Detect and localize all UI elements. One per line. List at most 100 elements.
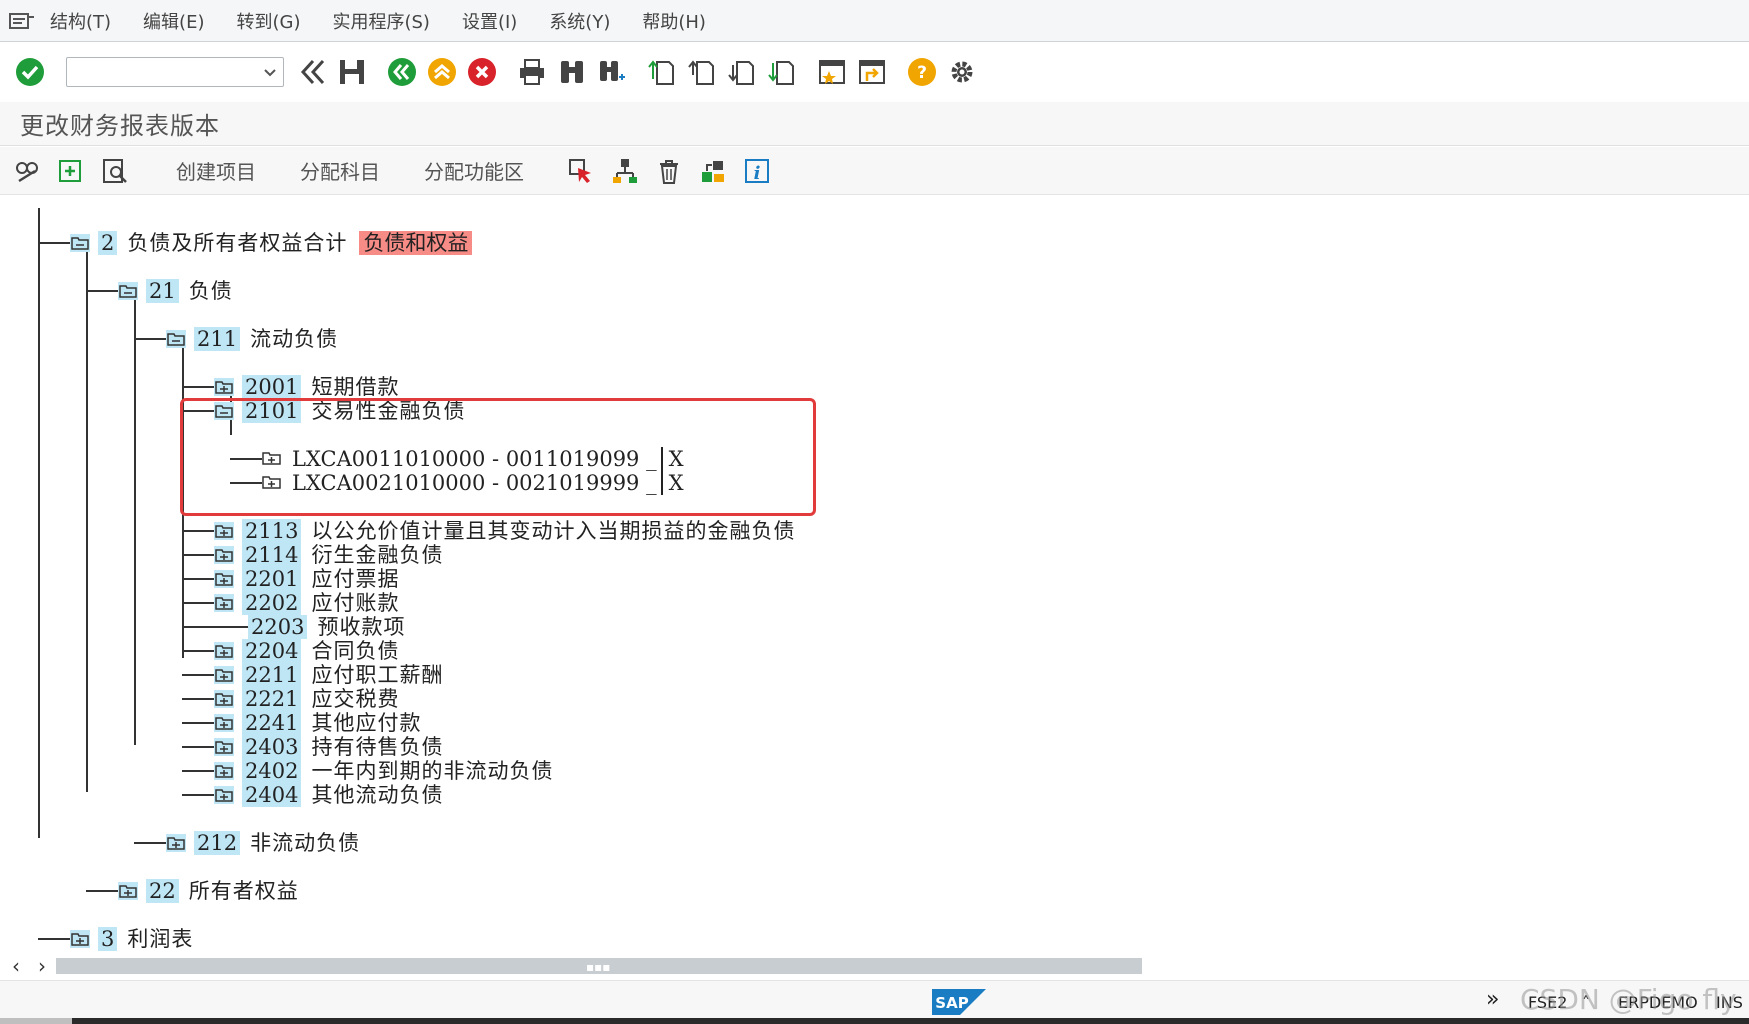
folder-closed-icon[interactable] [214,378,234,396]
folder-closed-icon[interactable] [214,738,234,756]
node-code: 2241 [242,711,302,735]
tree-node-21[interactable]: 21 负债 [118,279,233,303]
folder-open-icon[interactable] [70,234,90,252]
tree-node-3[interactable]: 3 利润表 [70,927,193,951]
menu-icon[interactable] [8,11,36,31]
tree-node-2[interactable]: 2 负债及所有者权益合计 负债和权益 [70,231,473,255]
node-label: 负债 [188,279,233,303]
gear-icon[interactable] [944,54,980,90]
print-icon[interactable] [514,54,550,90]
menu-edit[interactable]: 编辑(E) [143,8,204,34]
move-node-icon[interactable] [696,154,730,188]
new-session-icon[interactable] [814,54,850,90]
tree-node-2201[interactable]: 2201 应付票据 [214,567,399,591]
shortcut-icon[interactable] [854,54,890,90]
tree-node-211[interactable]: 211 流动负债 [166,327,338,351]
node-label: 合同负债 [311,639,400,663]
scroll-left-icon[interactable]: ‹ [6,954,26,978]
tree-node-2241[interactable]: 2241 其他应付款 [214,711,421,735]
folder-closed-icon[interactable] [214,546,234,564]
folder-open-icon[interactable] [166,330,186,348]
cancel-icon[interactable] [464,54,500,90]
tree-node-2113[interactable]: 2113 以公允价值计量且其变动计入当期损益的金融负债 [214,519,795,543]
folder-open-icon[interactable] [118,282,138,300]
tree-node-2221[interactable]: 2221 应交税费 [214,687,399,711]
next-page-icon[interactable] [724,54,760,90]
previous-page-icon[interactable] [684,54,720,90]
display-change-icon[interactable] [10,154,44,188]
folder-closed-icon[interactable] [214,762,234,780]
tree-node-2403[interactable]: 2403 持有待售负债 [214,735,443,759]
last-page-icon[interactable] [764,54,800,90]
tree-node-22[interactable]: 22 所有者权益 [118,879,299,903]
first-page-icon[interactable] [644,54,680,90]
create-item-button[interactable]: 创建项目 [176,156,256,185]
menu-bar: 结构(T) 编辑(E) 转到(G) 实用程序(S) 设置(I) 系统(Y) 帮助… [0,0,1749,42]
tree-node-2203[interactable]: 2203 预收款项 [248,615,405,639]
tree-line [134,290,136,745]
menu-goto[interactable]: 转到(G) [236,8,300,34]
exit-icon[interactable] [424,54,460,90]
node-label: 其他流动负债 [311,783,444,807]
watermark: CSDN @Figo fly [1520,983,1737,1016]
node-label: 预收款项 [317,615,406,639]
node-label: 非流动负债 [250,831,361,855]
delete-icon[interactable] [652,154,686,188]
select-cursor-icon[interactable] [564,154,598,188]
node-code: 2403 [242,735,302,759]
folder-closed-icon[interactable] [166,834,186,852]
menu-settings[interactable]: 设置(I) [462,8,517,34]
tree-node-2404[interactable]: 2404 其他流动负债 [214,783,443,807]
tree-node-2114[interactable]: 2114 衍生金融负债 [214,543,443,567]
folder-closed-icon[interactable] [214,690,234,708]
folder-closed-icon[interactable] [214,666,234,684]
node-code: 212 [194,831,241,855]
find-icon[interactable] [554,54,590,90]
folder-closed-icon[interactable] [214,522,234,540]
page-title: 更改财务报表版本 [20,112,220,140]
folder-closed-icon[interactable] [118,882,138,900]
menu-system[interactable]: 系统(Y) [549,8,610,34]
help-icon[interactable]: ? [904,54,940,90]
node-code: 2 [98,231,118,255]
svg-text:SAP: SAP [935,994,968,1012]
node-code: 3 [98,927,118,951]
double-chevron-left-icon[interactable] [294,54,330,90]
tree-node-2001[interactable]: 2001 短期借款 [214,375,399,399]
command-field[interactable] [66,57,284,87]
assign-functional-area-button[interactable]: 分配功能区 [424,156,524,185]
folder-closed-icon[interactable] [214,570,234,588]
menu-help[interactable]: 帮助(H) [642,8,706,34]
chevron-down-icon[interactable] [263,63,277,82]
tree-node-2202[interactable]: 2202 应付账款 [214,591,399,615]
horizontal-scrollbar[interactable]: ‹ › ▪▪▪ [0,952,1749,980]
folder-closed-icon[interactable] [214,594,234,612]
create-node-icon[interactable] [54,154,88,188]
folder-closed-icon[interactable] [214,642,234,660]
scroll-right-icon[interactable]: › [32,954,52,978]
find-next-icon[interactable] [594,54,630,90]
tree-node-212[interactable]: 212 非流动负债 [166,831,360,855]
tree-node-2204[interactable]: 2204 合同负债 [214,639,399,663]
back-icon[interactable] [384,54,420,90]
tree-node-2402[interactable]: 2402 一年内到期的非流动负债 [214,759,553,783]
menu-structure[interactable]: 结构(T) [50,8,111,34]
menu-utilities[interactable]: 实用程序(S) [332,8,429,34]
folder-closed-icon[interactable] [214,714,234,732]
node-label: 短期借款 [311,375,400,399]
confirm-icon[interactable] [12,54,48,90]
expand-status-icon[interactable]: » [1486,987,1499,1012]
node-code: 211 [194,327,241,351]
info-icon[interactable]: i [740,154,774,188]
node-code: 2404 [242,783,302,807]
tree-node-2211[interactable]: 2211 应付职工薪酬 [214,663,443,687]
folder-closed-icon[interactable] [214,786,234,804]
find-node-icon[interactable] [98,154,132,188]
node-label: 负债及所有者权益合计 [127,231,348,255]
save-icon[interactable] [334,54,370,90]
folder-closed-icon[interactable] [70,930,90,948]
node-code: 2201 [242,567,302,591]
reassign-icon[interactable] [608,154,642,188]
node-label: 应付职工薪酬 [311,663,444,687]
assign-accounts-button[interactable]: 分配科目 [300,156,380,185]
